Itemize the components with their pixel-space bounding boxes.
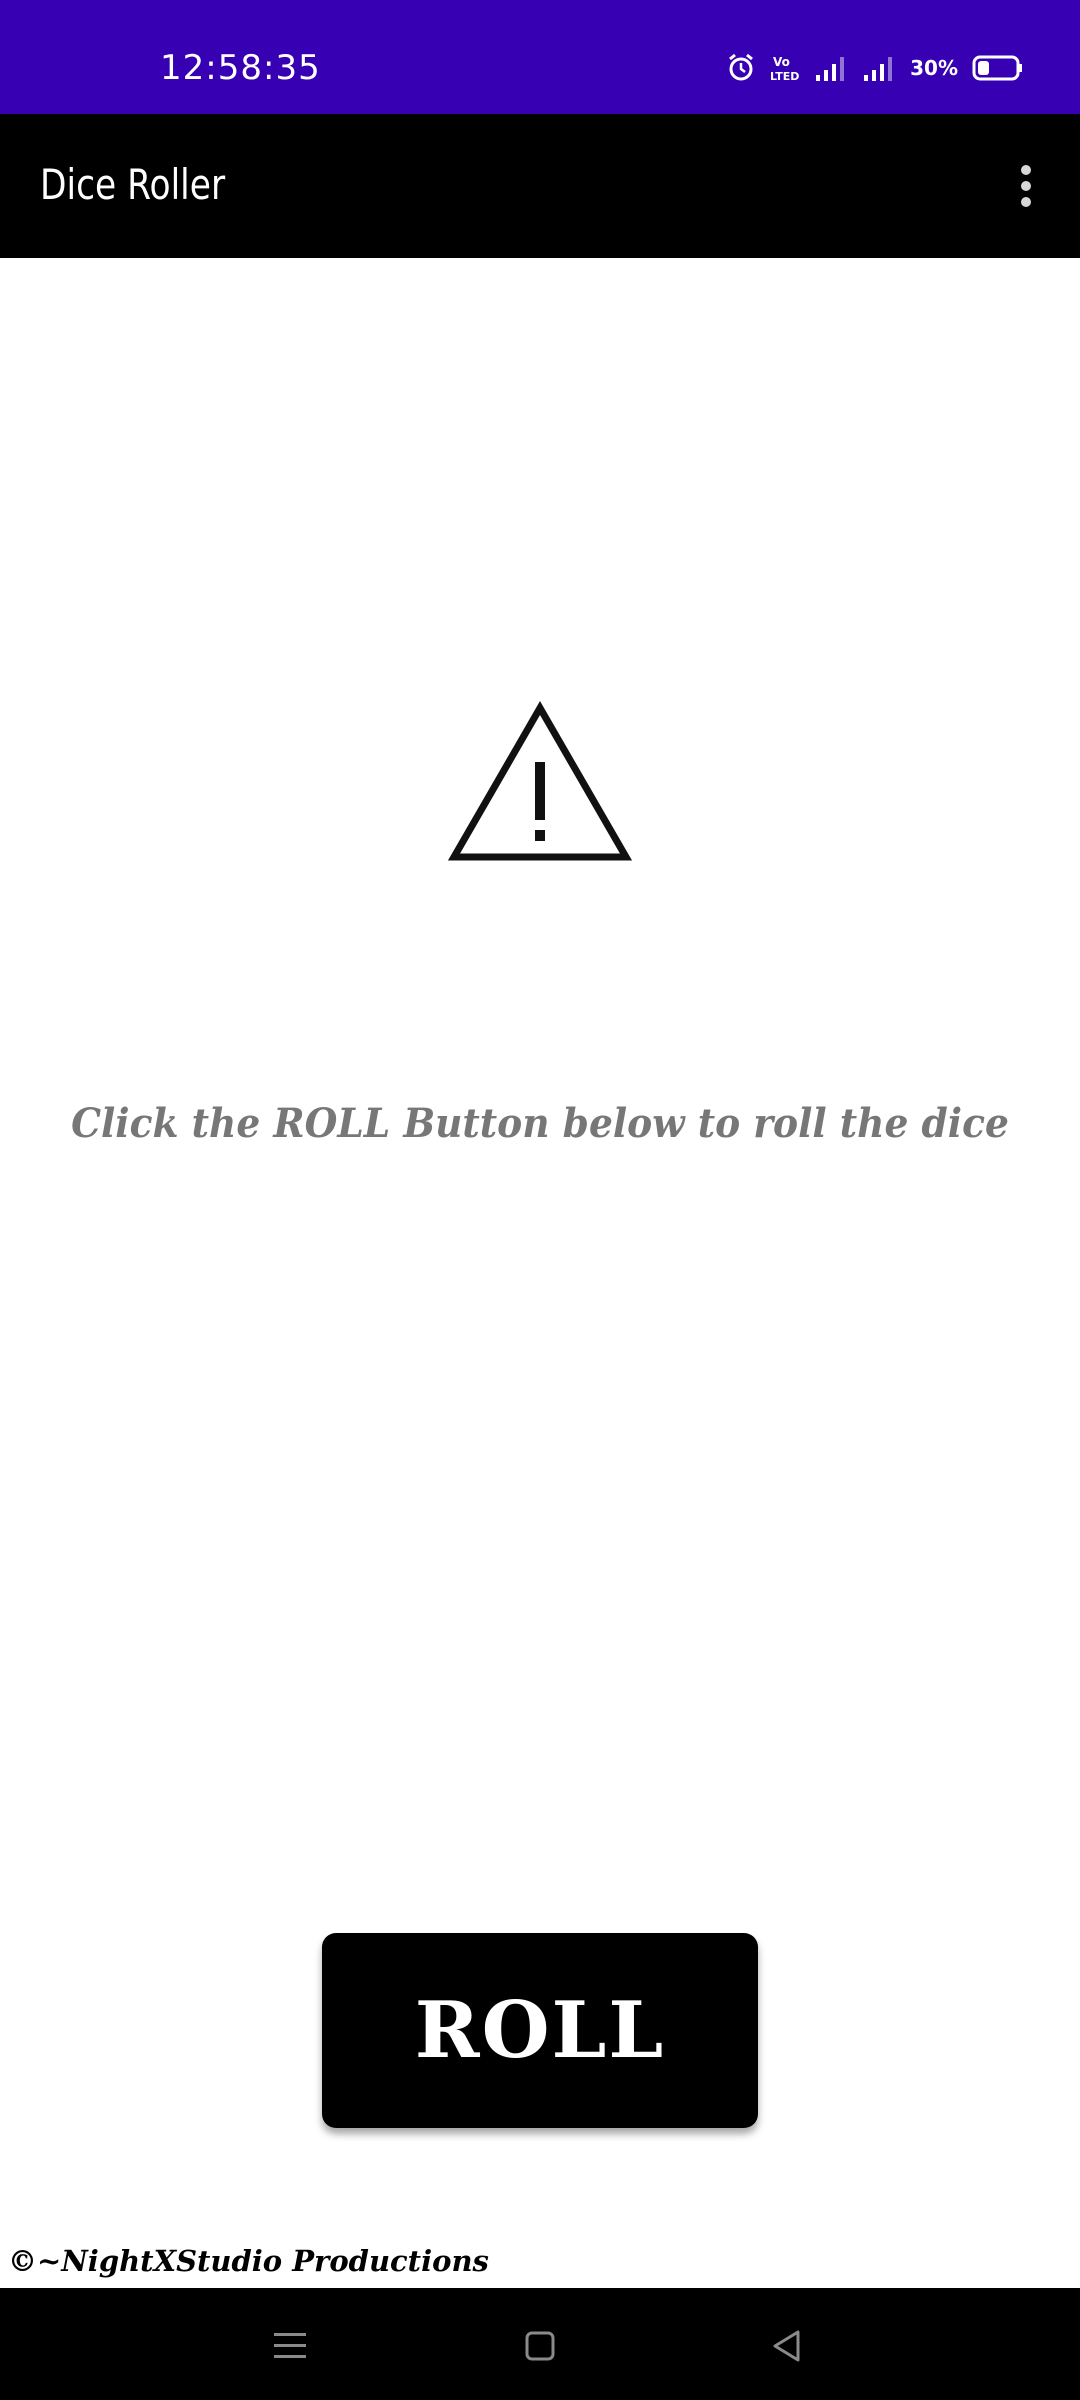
- home-square-icon[interactable]: [510, 2318, 570, 2374]
- status-time: 12:58:35: [160, 48, 321, 88]
- battery-percent: 30%: [910, 56, 958, 80]
- footer-credit: ©~NightXStudio Productions: [8, 2244, 489, 2278]
- system-nav-bar: [0, 2288, 1080, 2400]
- battery-icon: [972, 54, 1024, 82]
- roll-hint-text: Click the ROLL Button below to roll the …: [71, 1100, 1009, 1147]
- app-bar: Dice Roller: [0, 114, 1080, 258]
- signal-icon: [862, 53, 896, 83]
- more-vert-icon[interactable]: [996, 154, 1056, 218]
- recents-menu-icon[interactable]: [260, 2318, 320, 2374]
- volte-icon: Vo LTED: [770, 53, 800, 83]
- app-title: Dice Roller: [40, 160, 226, 209]
- signal-icon: [814, 53, 848, 83]
- status-bar: 12:58:35 Vo LTED 30%: [0, 0, 1080, 114]
- volte-label-bottom: LTED: [770, 70, 799, 83]
- roll-button-label: ROLL: [414, 1985, 666, 2076]
- screen: 12:58:35 Vo LTED 30% Dice Roller Click t…: [0, 0, 1080, 2400]
- warning-triangle-icon: [447, 700, 633, 870]
- alarm-icon: [726, 53, 756, 83]
- volte-label-top: Vo: [773, 55, 790, 69]
- back-triangle-icon[interactable]: [758, 2318, 818, 2374]
- roll-button[interactable]: ROLL: [322, 1933, 758, 2128]
- status-icons: Vo LTED 30%: [726, 50, 1024, 86]
